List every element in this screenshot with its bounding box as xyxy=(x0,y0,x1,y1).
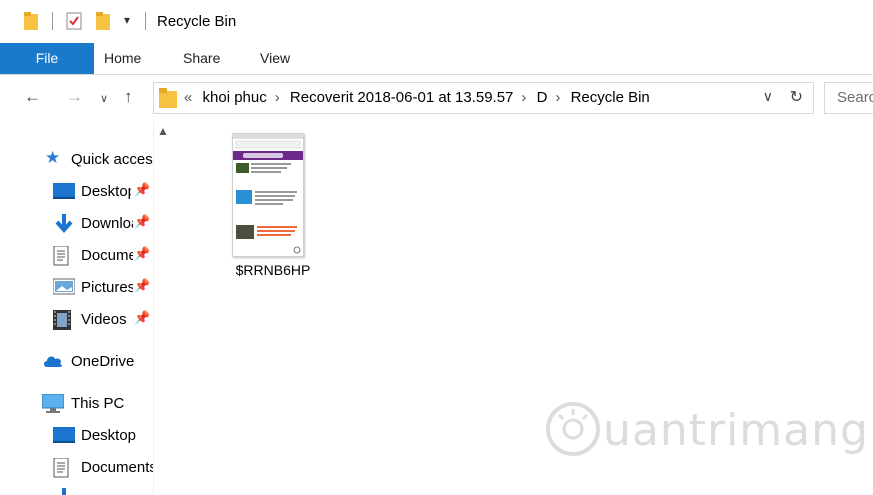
breadcrumb-khoi-phuc[interactable]: khoi phuc xyxy=(203,89,267,106)
pin-icon: 📌 xyxy=(134,246,151,261)
file-thumbnail xyxy=(232,133,304,257)
sidebar-item-partial xyxy=(53,486,83,495)
watermark-text: uantrimang xyxy=(603,405,869,456)
watermark: uantrimang xyxy=(545,397,868,461)
sidebar-item-documents[interactable]: Documents 📌 xyxy=(53,244,153,268)
pin-icon: 📌 xyxy=(134,310,151,325)
sidebar-item-label: Desktop xyxy=(81,183,131,200)
sidebar-item-this-pc[interactable]: This PC xyxy=(42,392,153,416)
new-folder-icon[interactable] xyxy=(96,12,110,30)
download-icon xyxy=(55,214,73,234)
scrollbar[interactable]: ▲ xyxy=(153,120,170,495)
properties-icon[interactable] xyxy=(66,12,82,30)
sidebar-item-pc-desktop[interactable]: Desktop xyxy=(53,424,153,448)
computer-icon xyxy=(42,394,64,413)
folder-icon xyxy=(159,88,177,108)
breadcrumb-overflow[interactable]: « xyxy=(184,89,192,106)
sidebar-item-label: Videos xyxy=(81,311,127,328)
sidebar-item-label: This PC xyxy=(71,395,125,412)
pin-icon: 📌 xyxy=(134,182,151,197)
search-input[interactable]: Search xyxy=(824,82,873,114)
breadcrumb-recoverit[interactable]: Recoverit 2018-06-01 at 13.59.57 xyxy=(290,89,513,106)
separator xyxy=(52,12,53,30)
sidebar-item-pc-documents[interactable]: Documents xyxy=(53,456,153,480)
sidebar-item-label: OneDrive xyxy=(71,353,135,370)
customize-quick-access-icon[interactable]: ▾ xyxy=(124,13,130,27)
sidebar-item-desktop[interactable]: Desktop 📌 xyxy=(53,180,153,204)
recent-locations-icon[interactable]: ∨ xyxy=(100,92,108,105)
tab-file[interactable]: File xyxy=(0,43,94,74)
chevron-down-icon[interactable]: ∨ xyxy=(763,88,773,105)
file-name: $RRNB6HP xyxy=(235,262,311,278)
sidebar-item-pictures[interactable]: Pictures 📌 xyxy=(53,276,153,300)
chevron-up-icon[interactable]: ▲ xyxy=(157,124,169,138)
pictures-icon xyxy=(53,278,75,295)
desktop-icon xyxy=(53,427,75,443)
sidebar-item-onedrive[interactable]: OneDrive xyxy=(42,350,153,374)
refresh-icon[interactable]: ↻ xyxy=(790,87,803,107)
breadcrumb-recycle-bin[interactable]: Recycle Bin xyxy=(571,89,650,106)
image-thumbnail xyxy=(233,134,303,254)
sidebar-item-label: Desktop xyxy=(81,427,137,444)
separator xyxy=(145,12,146,30)
cloud-icon xyxy=(44,356,62,367)
sidebar-item-label: Downloads xyxy=(81,215,133,232)
sidebar-item-label: Quick access xyxy=(71,151,153,168)
sidebar-item-downloads[interactable]: Downloads 📌 xyxy=(53,212,153,236)
sidebar-item-label: Documents xyxy=(81,247,133,264)
pin-icon: 📌 xyxy=(134,214,151,229)
up-icon[interactable]: ↑ xyxy=(124,87,133,107)
breadcrumb-d[interactable]: D xyxy=(537,89,548,106)
tab-view[interactable]: View xyxy=(260,43,290,74)
tab-share[interactable]: Share xyxy=(183,43,220,74)
watermark-logo-icon xyxy=(546,402,600,456)
sidebar-item-videos[interactable]: Videos 📌 xyxy=(53,308,153,332)
breadcrumb: « khoi phuc › Recoverit 2018-06-01 at 13.… xyxy=(184,89,650,106)
sidebar-item-quick-access[interactable]: ★ Quick access xyxy=(45,148,153,172)
search-placeholder: Search xyxy=(837,89,873,106)
sidebar-item-label: Documents xyxy=(81,459,153,476)
ribbon-tabs: File Home Share View xyxy=(0,43,873,75)
back-icon[interactable]: ← xyxy=(24,87,41,107)
download-icon xyxy=(62,488,66,495)
document-icon xyxy=(53,246,69,266)
address-bar[interactable]: « khoi phuc › Recoverit 2018-06-01 at 13.… xyxy=(153,82,814,114)
star-icon: ★ xyxy=(45,148,61,167)
forward-icon[interactable]: → xyxy=(66,87,83,107)
desktop-icon xyxy=(53,183,75,199)
title-bar: ▾ Recycle Bin xyxy=(0,0,873,43)
folder-icon xyxy=(24,12,38,30)
videos-icon xyxy=(53,310,71,330)
navigation-pane: ★ Quick access Desktop 📌 Downloads 📌 Doc… xyxy=(0,120,155,495)
sidebar-item-label: Pictures xyxy=(81,279,133,296)
window-title: Recycle Bin xyxy=(157,13,237,30)
pin-icon: 📌 xyxy=(134,278,151,293)
document-icon xyxy=(53,458,69,478)
tab-home[interactable]: Home xyxy=(104,43,141,74)
